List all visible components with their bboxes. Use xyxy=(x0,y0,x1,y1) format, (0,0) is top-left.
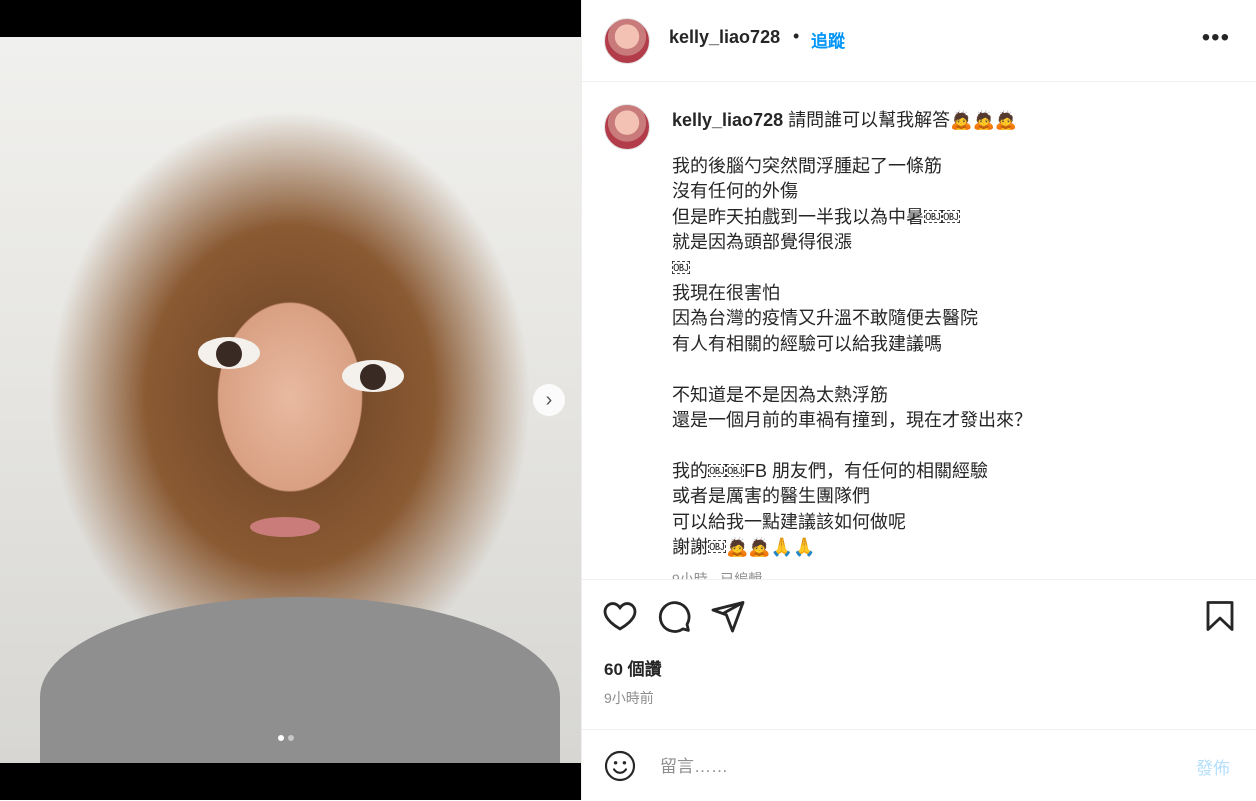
like-count[interactable]: 60 個讚 xyxy=(604,655,662,680)
photo-mouth xyxy=(250,517,320,537)
caption-avatar[interactable] xyxy=(604,104,650,150)
comment-bubble-icon[interactable] xyxy=(656,598,692,634)
photo-left-eye xyxy=(198,337,260,369)
caption-line: 不知道是不是因為太熱浮筋 xyxy=(672,384,888,405)
caption-line: 我現在很害怕 xyxy=(672,283,780,304)
carousel-dot-1 xyxy=(278,735,284,741)
smiley-icon[interactable] xyxy=(604,750,636,782)
caption-line: 沒有任何的外傷 xyxy=(672,181,798,202)
caption-line: 但是昨天拍戲到一半我以為中暑￼￼ xyxy=(672,206,960,227)
caption-meta: 9小時 · 已編輯 xyxy=(672,571,763,579)
photo-shirt xyxy=(40,597,560,763)
post-timestamp[interactable]: 9小時前 xyxy=(604,688,654,708)
comment-input[interactable] xyxy=(658,752,1162,782)
post-comment-button[interactable]: 發佈 xyxy=(1196,754,1230,779)
caption-scroll-area[interactable]: kelly_liao728 請問誰可以幫我解答🙇🙇🙇 我的後腦勺突然間浮腫起了一… xyxy=(582,82,1256,579)
post-header: kelly_liao728 • 追蹤 ••• xyxy=(582,0,1256,82)
caption-line: 或者是厲害的醫生團隊們 xyxy=(672,486,870,507)
caption-line: 可以給我一點建議該如何做呢 xyxy=(672,511,906,532)
photo-right-eye xyxy=(342,360,404,392)
caption-first-line: 請問誰可以幫我解答🙇🙇🙇 xyxy=(788,110,1018,130)
caption-line: 因為台灣的疫情又升溫不敢隨便去醫院 xyxy=(672,308,978,329)
header-username[interactable]: kelly_liao728 xyxy=(669,27,780,48)
chevron-right-icon: › xyxy=(545,388,553,411)
caption-line: 謝謝￼🙇🙇🙏🙏 xyxy=(672,537,816,558)
caption-line: 有人有相關的經驗可以給我建議嗎 xyxy=(672,333,942,354)
caption-line: 我的￼￼FB 朋友們，有任何的相關經驗 xyxy=(672,460,989,481)
post-panel: kelly_liao728 • 追蹤 ••• kelly_liao728 請問誰… xyxy=(581,0,1256,800)
next-slide-button[interactable]: › xyxy=(533,384,565,416)
carousel-dot-2 xyxy=(288,735,294,741)
action-bar xyxy=(582,579,1256,650)
more-icon[interactable]: ••• xyxy=(1202,24,1230,52)
caption-line: 還是一個月前的車禍有撞到，現在才發出來？ xyxy=(672,410,1032,431)
caption-line: ￼ xyxy=(672,257,690,278)
caption-username[interactable]: kelly_liao728 xyxy=(672,110,783,130)
separator-bullet: • xyxy=(793,26,800,46)
avatar[interactable] xyxy=(604,18,650,64)
caption-header: kelly_liao728 請問誰可以幫我解答🙇🙇🙇 xyxy=(672,106,1017,132)
caption-line: 就是因為頭部覺得很漲 xyxy=(672,232,852,253)
bookmark-icon[interactable] xyxy=(1202,598,1238,634)
heart-icon[interactable] xyxy=(602,598,638,634)
caption-line xyxy=(672,357,1232,382)
carousel-indicator xyxy=(278,735,294,741)
caption-body: 我的後腦勺突然間浮腫起了一條筋 沒有任何的外傷但是昨天拍戲到一半我以為中暑￼￼ 就是… xyxy=(672,154,1232,560)
comment-bar: 發佈 xyxy=(582,729,1256,801)
caption-line: 我的後腦勺突然間浮腫起了一條筋 xyxy=(672,156,942,176)
paper-plane-icon[interactable] xyxy=(710,598,746,634)
follow-button[interactable]: 追蹤 xyxy=(811,27,845,52)
post-photo[interactable] xyxy=(0,37,581,763)
post-media: › xyxy=(0,0,581,800)
caption-line xyxy=(672,433,1232,458)
